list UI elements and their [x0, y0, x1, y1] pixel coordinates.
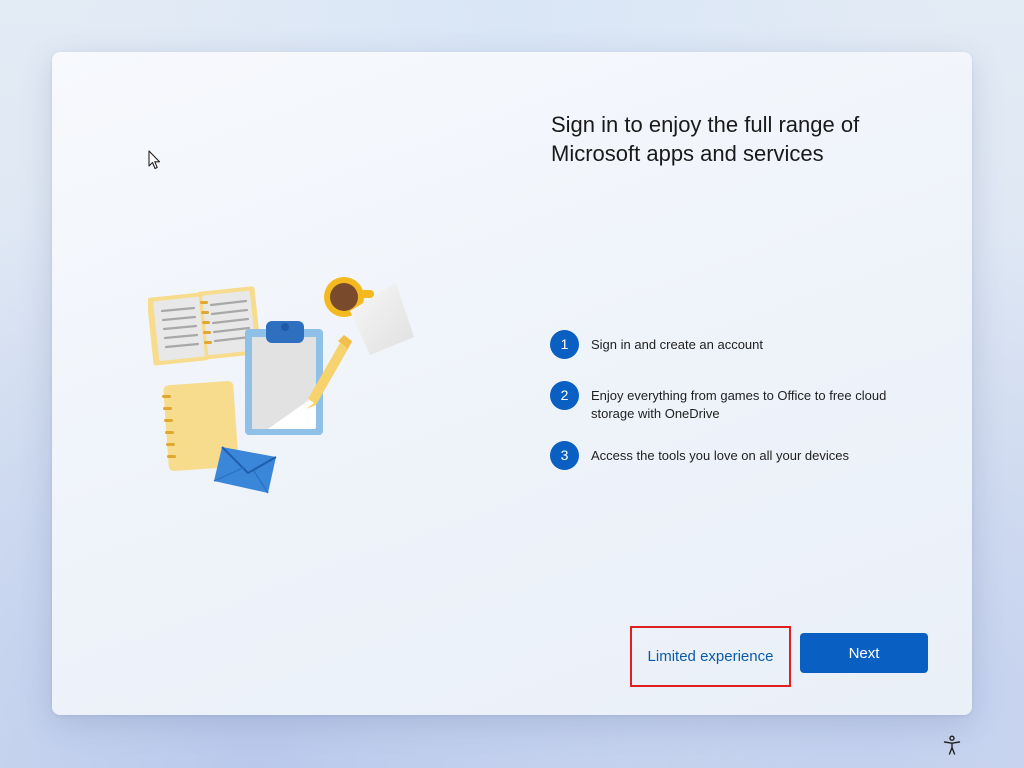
illustration [148, 277, 414, 494]
mouse-pointer-icon [148, 150, 161, 170]
step-number-badge: 1 [550, 330, 579, 359]
step-number-badge: 3 [550, 441, 579, 470]
clipboard-icon [245, 321, 323, 435]
step-text: Enjoy everything from games to Office to… [591, 388, 887, 421]
limited-experience-button[interactable]: Limited experience [630, 626, 791, 687]
step-number-badge: 2 [550, 381, 579, 410]
accessibility-icon [943, 735, 961, 755]
step-text: Sign in and create an account [591, 337, 764, 352]
open-notebook-icon [148, 286, 262, 366]
step-text: Access the tools you love on all your de… [591, 448, 849, 463]
accessibility-button[interactable] [942, 735, 962, 755]
page-title: Sign in to enjoy the full range of Micro… [551, 112, 860, 166]
next-button[interactable]: Next [800, 633, 928, 673]
envelope-icon [213, 446, 277, 494]
